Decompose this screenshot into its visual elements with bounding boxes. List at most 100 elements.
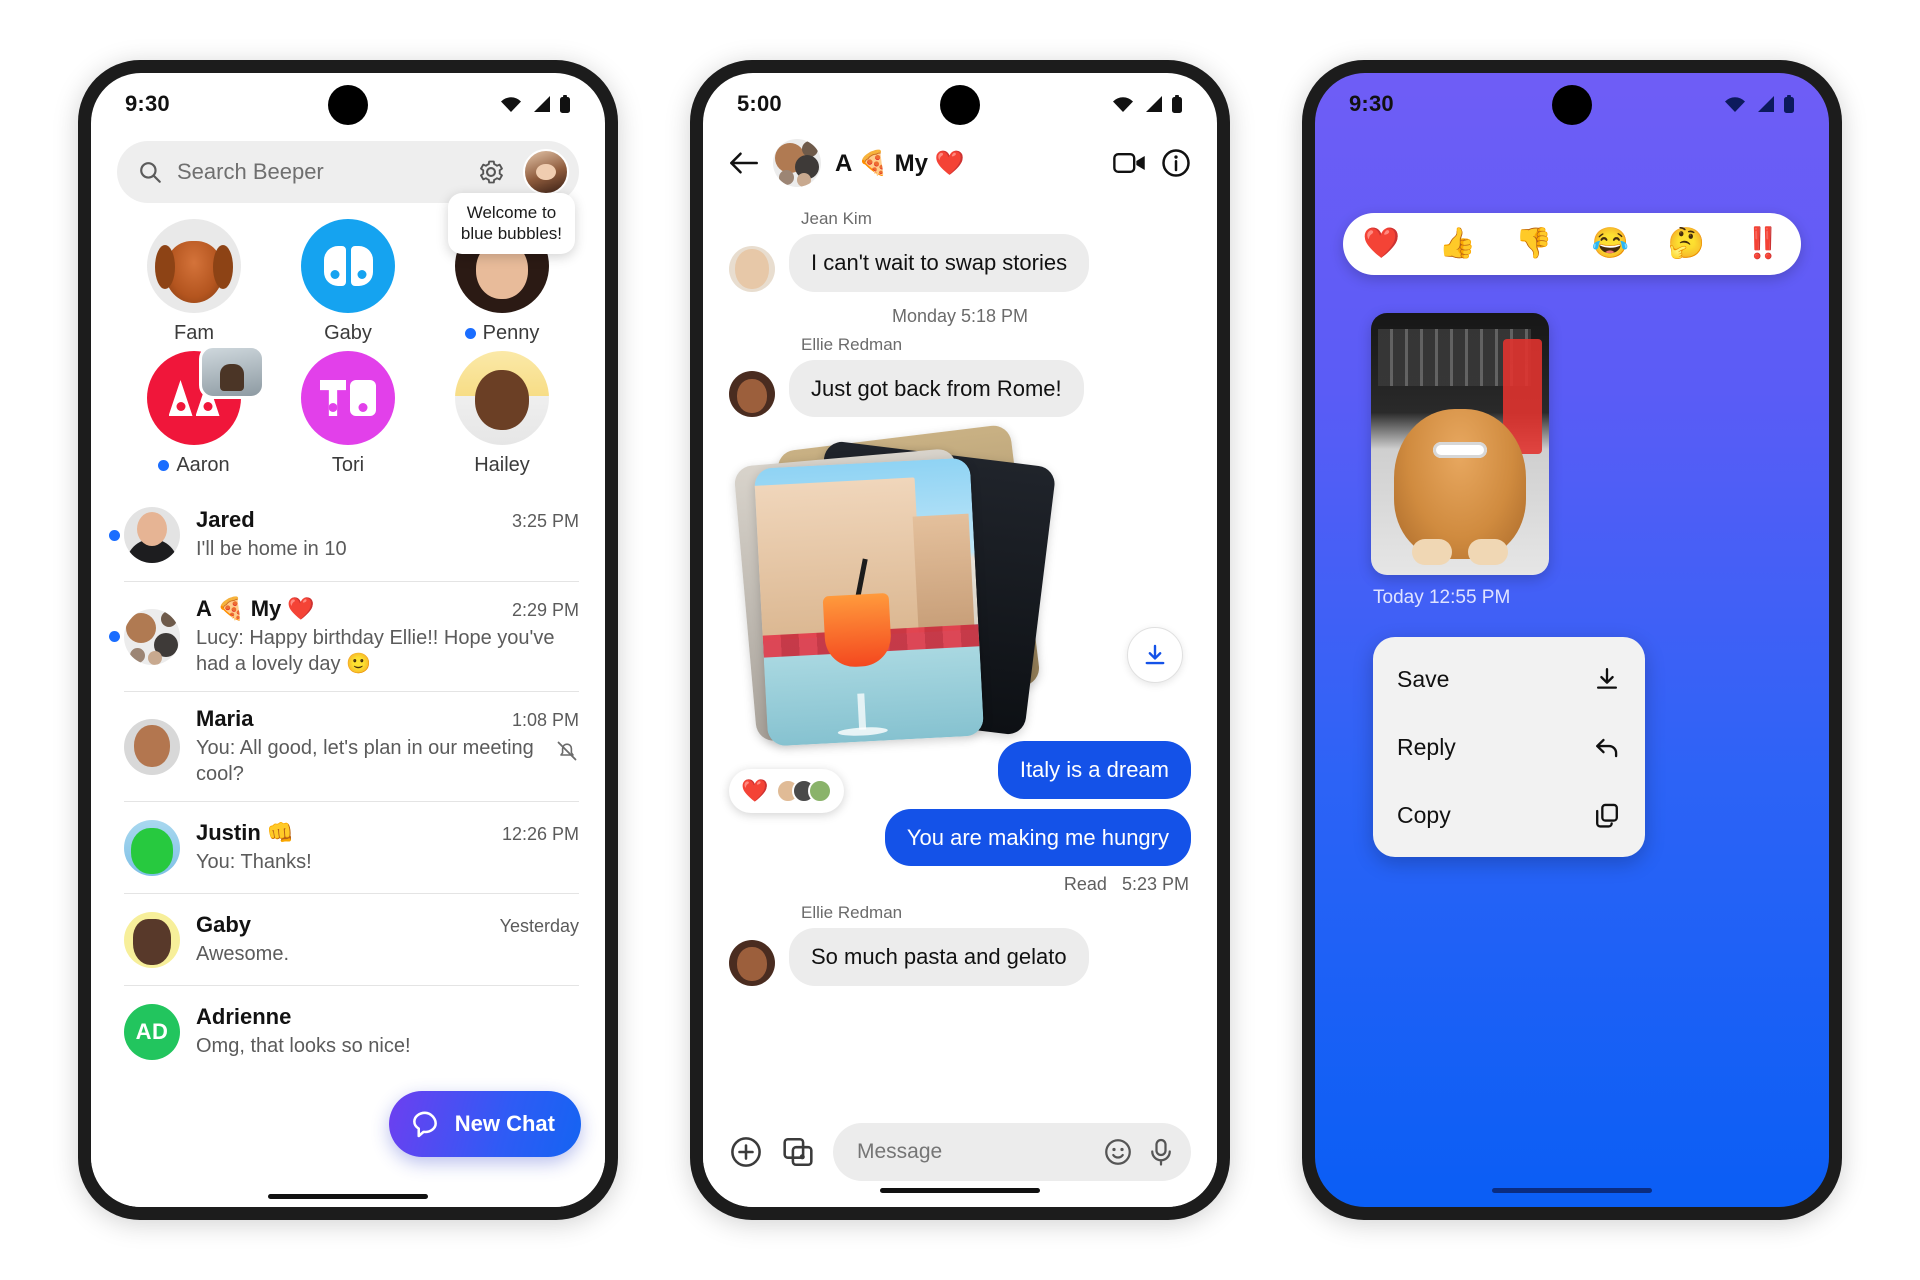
photo-card-rome[interactable] (753, 457, 985, 747)
menu-item-label: Reply (1397, 733, 1456, 760)
chat-preview: Awesome. (196, 943, 290, 966)
phone2-body: A 🍕 My ❤️ Jean Kim I can't wait to swap … (703, 135, 1217, 1207)
phone3-body: ❤️ 👍 👎 😂 🤔 ‼️ Today 12:55 PM Save Reply … (1315, 135, 1829, 1207)
camera-punch-hole (940, 85, 980, 125)
avatar-tori-logo (301, 351, 395, 445)
message-row-incoming: Just got back from Rome! (729, 359, 1191, 417)
avatar-initials: AD (124, 1003, 180, 1060)
chat-preview: Lucy: Happy birthday Ellie!! Hope you've… (196, 627, 555, 675)
favorite-label-wrap: Gaby (324, 322, 372, 345)
reaction-thinking-icon[interactable]: 🤔 (1668, 229, 1705, 259)
reaction-thumbs-up-icon[interactable]: 👍 (1439, 229, 1476, 259)
chat-time: 2:29 PM (511, 600, 579, 620)
cellular-icon (1758, 96, 1774, 112)
avatar-hailey (455, 351, 549, 445)
new-chat-button[interactable]: New Chat (388, 1091, 581, 1157)
favorite-gaby[interactable]: Gaby (271, 219, 425, 345)
phone-device-chat-list: 9:30 Search Beeper Fam Gaby Welcome to b… (78, 60, 618, 1220)
chat-list-item[interactable]: AD Adrienne Omg, that looks so nice! (91, 985, 605, 1077)
avatar (729, 245, 775, 292)
three-phone-mockup-stage: 9:30 Search Beeper Fam Gaby Welcome to b… (0, 0, 1920, 1280)
conversation-title: A 🍕 My ❤️ (835, 149, 965, 177)
chat-name: Jared (196, 507, 255, 533)
phone1-body: Search Beeper Fam Gaby Welcome to blue b… (91, 141, 605, 1207)
message-bubble[interactable]: Just got back from Rome! (789, 359, 1084, 417)
message-row-outgoing: You are making me hungry (729, 808, 1191, 866)
favorite-label: Gaby (324, 322, 372, 344)
photo-attachment-stack[interactable] (733, 423, 1065, 747)
avatar-fam (147, 219, 241, 313)
chat-name: Justin 👊 (196, 820, 295, 846)
chat-list-item[interactable]: Gaby Yesterday Awesome. (91, 893, 605, 985)
phone1-status-bar: 9:30 (91, 73, 605, 135)
conversation-avatar-group[interactable] (773, 139, 821, 187)
back-arrow-icon[interactable] (729, 150, 759, 176)
avatar-overlay-thumb-icon (199, 345, 265, 399)
wifi-icon (1725, 97, 1745, 112)
read-time: 5:23 PM (1121, 874, 1189, 894)
avatar (124, 718, 180, 775)
message-bubble-sent[interactable]: Italy is a dream (997, 741, 1191, 799)
chat-time: 3:25 PM (511, 511, 579, 532)
image-gallery-icon[interactable] (781, 1135, 815, 1169)
favorite-label: Tori (331, 454, 365, 476)
info-icon[interactable] (1161, 148, 1191, 178)
chat-list-item[interactable]: A 🍕 My ❤️ 2:29 PM Lucy: Happy birthday E… (91, 581, 605, 691)
reaction-heart-icon[interactable]: ❤️ (1362, 229, 1399, 259)
avatar (124, 819, 180, 876)
message-bubble-sent[interactable]: You are making me hungry (884, 808, 1191, 866)
read-receipt: Read 5:23 PM (731, 874, 1189, 895)
message-input-placeholder[interactable]: Message (857, 1140, 1089, 1164)
chat-list-item[interactable]: Justin 👊 12:26 PM You: Thanks! (91, 801, 605, 893)
menu-item-save[interactable]: Save (1373, 645, 1645, 713)
microphone-icon[interactable] (1147, 1137, 1175, 1167)
chat-time: Yesterday (499, 916, 579, 937)
reaction-exclamation-icon[interactable]: ‼️ (1744, 229, 1781, 259)
reaction-thumbs-down-icon[interactable]: 👎 (1515, 229, 1552, 259)
menu-item-copy[interactable]: Copy (1373, 781, 1645, 849)
favorite-fam[interactable]: Fam (117, 219, 271, 345)
avatar (124, 507, 180, 563)
video-camera-icon[interactable] (1113, 150, 1147, 176)
context-menu: Save Reply Copy (1373, 637, 1645, 857)
download-icon (1596, 668, 1618, 689)
search-input-placeholder[interactable]: Search Beeper (177, 159, 463, 185)
status-time: 9:30 (125, 91, 170, 116)
chat-name: Adrienne (196, 1004, 292, 1030)
profile-avatar[interactable] (523, 149, 569, 195)
thread-timestamp: Monday 5:18 PM (891, 305, 1029, 326)
favorite-penny[interactable]: Welcome to blue bubbles! Penny (425, 193, 579, 345)
message-bubble[interactable]: So much pasta and gelato (789, 928, 1089, 986)
download-attachment-button[interactable] (1127, 627, 1183, 683)
reply-arrow-icon (1596, 738, 1618, 758)
menu-item-label: Copy (1397, 801, 1451, 828)
favorite-label: Fam (174, 322, 214, 344)
favorite-label-wrap: Tori (332, 454, 364, 477)
emoji-smiley-icon[interactable] (1103, 1137, 1133, 1167)
battery-icon (560, 94, 570, 113)
chat-list-item[interactable]: Jared 3:25 PM I'll be home in 10 (91, 489, 605, 581)
phone2-screen: 5:00 A 🍕 My ❤️ Jean Kim I can't wait to … (703, 73, 1217, 1207)
status-time: 5:00 (737, 91, 782, 116)
gear-icon[interactable] (477, 158, 505, 186)
plus-circle-icon[interactable] (729, 1135, 763, 1169)
message-sender: Ellie Redman (801, 334, 903, 354)
phone-device-conversation: 5:00 A 🍕 My ❤️ Jean Kim I can't wait to … (690, 60, 1230, 1220)
reaction-joy-icon[interactable]: 😂 (1591, 229, 1628, 259)
favorite-aaron[interactable]: Aaron (117, 345, 271, 477)
message-reaction-pill[interactable]: ❤️ (729, 769, 845, 813)
message-bubble[interactable]: I can't wait to swap stories (789, 234, 1090, 292)
chat-list: Jared 3:25 PM I'll be home in 10 A 🍕 My … (91, 489, 605, 1077)
favorite-hailey[interactable]: Hailey (425, 351, 579, 477)
mute-bell-icon (557, 741, 577, 761)
reactor-avatars (776, 779, 833, 803)
favorite-label: Penny (482, 322, 540, 344)
favorite-tori[interactable]: Tori (271, 351, 425, 477)
chat-list-item[interactable]: Maria 1:08 PM You: All good, let's plan … (91, 691, 605, 801)
read-status: Read (1063, 874, 1107, 894)
menu-item-reply[interactable]: Reply (1373, 713, 1645, 781)
message-sender: Jean Kim (801, 209, 872, 228)
message-input[interactable]: Message (833, 1123, 1191, 1181)
message-sender: Ellie Redman (801, 903, 903, 922)
selected-photo[interactable] (1371, 313, 1549, 575)
